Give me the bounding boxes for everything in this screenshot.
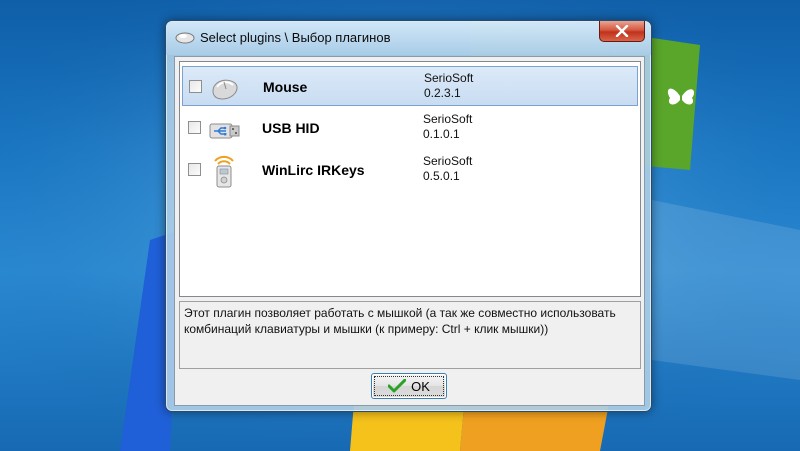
window-title: Select plugins \ Выбор плагинов	[200, 30, 391, 45]
ok-button[interactable]: OK	[371, 373, 447, 399]
close-button[interactable]	[599, 21, 645, 42]
plugin-name: USB HID	[262, 120, 320, 136]
title-bar[interactable]: Select plugins \ Выбор плагинов	[166, 21, 651, 55]
ok-button-label: OK	[411, 378, 430, 394]
plugin-version: 0.5.0.1	[423, 169, 460, 183]
plugin-app-icon	[175, 32, 195, 44]
plugin-checkbox-mouse[interactable]	[189, 80, 202, 93]
mouse-icon	[212, 79, 238, 100]
close-icon	[615, 25, 629, 37]
usb-icon	[209, 123, 240, 139]
plugin-row-mouse[interactable]: Mouse SerioSoft 0.2.3.1	[182, 66, 638, 106]
plugin-checkbox-winlirc-irkeys[interactable]	[188, 163, 201, 176]
plugin-vendor: SerioSoft	[423, 154, 473, 168]
plugin-row-winlirc-irkeys[interactable]: WinLirc IRKeys SerioSoft 0.5.0.1	[182, 150, 638, 190]
plugin-checkbox-usb-hid[interactable]	[188, 121, 201, 134]
checkmark-icon	[388, 379, 407, 393]
plugin-description: Этот плагин позволяет работать с мышкой …	[179, 301, 641, 369]
plugin-vendor: SerioSoft	[424, 71, 474, 85]
ir-remote-icon	[214, 155, 234, 188]
dialog-client-area: Mouse SerioSoft 0.2.3.1 USB HID SerioSof…	[174, 56, 645, 406]
plugin-name: Mouse	[263, 79, 308, 95]
plugin-list[interactable]: Mouse SerioSoft 0.2.3.1 USB HID SerioSof…	[179, 61, 641, 297]
plugin-name: WinLirc IRKeys	[262, 162, 365, 178]
select-plugins-dialog: Select plugins \ Выбор плагинов Mouse Se…	[165, 20, 652, 412]
plugin-version: 0.2.3.1	[424, 86, 461, 100]
plugin-vendor: SerioSoft	[423, 112, 473, 126]
plugin-version: 0.1.0.1	[423, 127, 460, 141]
plugin-row-usb-hid[interactable]: USB HID SerioSoft 0.1.0.1	[182, 108, 638, 148]
